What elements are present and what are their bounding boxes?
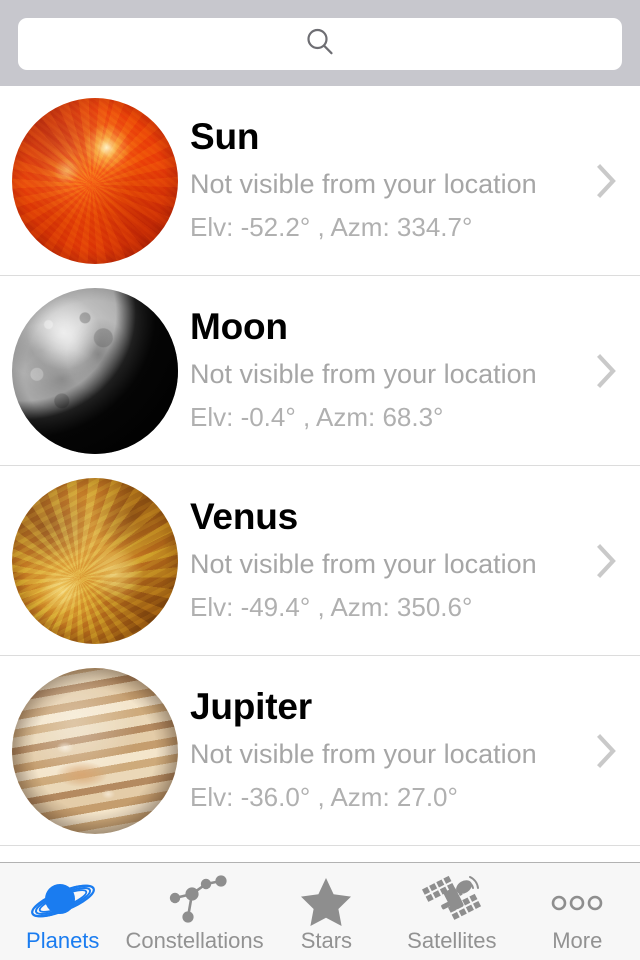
body-status: Not visible from your location <box>190 738 537 769</box>
search-input[interactable] <box>18 18 622 70</box>
venus-thumbnail <box>0 477 190 644</box>
row-text: Sun Not visible from your location Elv: … <box>190 115 640 243</box>
app-screen: Sun Not visible from your location Elv: … <box>0 0 640 960</box>
chevron-right-icon[interactable] <box>596 162 618 200</box>
body-status: Not visible from your location <box>190 168 537 199</box>
moon-thumbnail <box>0 287 190 454</box>
chevron-right-icon[interactable] <box>596 542 618 580</box>
ellipsis-icon <box>544 875 610 927</box>
table-row[interactable]: Moon Not visible from your location Elv:… <box>0 276 640 466</box>
body-coords: Elv: -52.2° , Azm: 334.7° <box>190 211 473 242</box>
table-row[interactable]: Jupiter Not visible from your location E… <box>0 656 640 846</box>
search-field[interactable] <box>18 18 622 70</box>
tab-label: Planets <box>26 928 100 953</box>
tab-stars[interactable]: Stars <box>264 863 389 960</box>
tab-bar: Planets Constellations Stars Satellites … <box>0 862 640 960</box>
body-status: Not visible from your location <box>190 358 537 389</box>
chevron-right-icon[interactable] <box>596 352 618 390</box>
body-coords: Elv: -36.0° , Azm: 27.0° <box>190 781 458 812</box>
tab-planets[interactable]: Planets <box>0 863 125 960</box>
body-name: Moon <box>190 305 288 347</box>
constellation-icon <box>160 875 230 927</box>
sun-thumbnail <box>0 97 190 264</box>
row-text: Venus Not visible from your location Elv… <box>190 495 640 623</box>
tab-more[interactable]: More <box>515 863 640 960</box>
body-name: Jupiter <box>190 685 312 727</box>
body-coords: Elv: -49.4° , Azm: 350.6° <box>190 591 473 622</box>
body-coords: Elv: -0.4° , Azm: 68.3° <box>190 401 444 432</box>
tab-satellites[interactable]: Satellites <box>389 863 514 960</box>
tab-constellations[interactable]: Constellations <box>125 863 264 960</box>
satellite-icon <box>417 875 487 927</box>
table-row[interactable]: Sun Not visible from your location Elv: … <box>0 86 640 276</box>
tab-label: More <box>552 928 603 953</box>
saturn-icon <box>26 875 100 927</box>
tab-label: Constellations <box>125 928 264 953</box>
search-header <box>0 0 640 86</box>
tab-label: Satellites <box>407 928 497 953</box>
celestial-body-list[interactable]: Sun Not visible from your location Elv: … <box>0 86 640 862</box>
body-status: Not visible from your location <box>190 548 537 579</box>
tab-label: Stars <box>300 928 353 953</box>
jupiter-thumbnail <box>0 667 190 834</box>
row-text: Jupiter Not visible from your location E… <box>190 685 640 813</box>
body-name: Sun <box>190 115 260 157</box>
row-text: Moon Not visible from your location Elv:… <box>190 305 640 433</box>
body-name: Venus <box>190 495 298 537</box>
star-icon <box>298 875 354 927</box>
chevron-right-icon[interactable] <box>596 732 618 770</box>
table-row[interactable]: Venus Not visible from your location Elv… <box>0 466 640 656</box>
